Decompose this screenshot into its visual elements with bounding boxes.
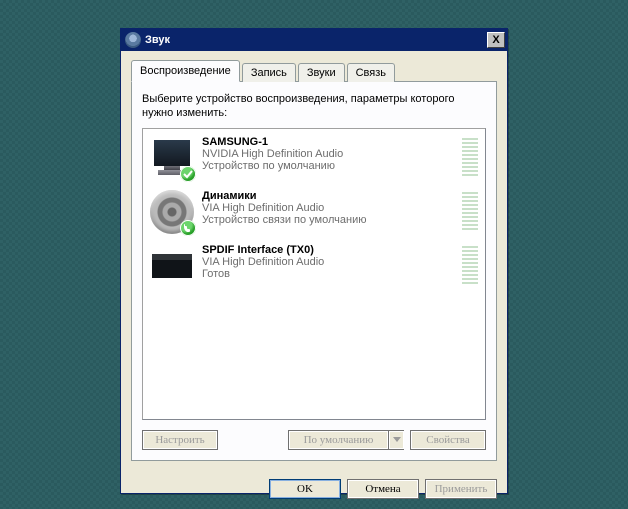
set-default-chevron[interactable] — [388, 430, 404, 450]
close-button[interactable]: X — [487, 32, 505, 48]
device-action-bar: Настроить По умолчанию Свойства — [142, 430, 486, 450]
device-desc: NVIDIA High Definition Audio — [202, 148, 462, 160]
chevron-down-icon — [393, 437, 401, 443]
set-default-button[interactable]: По умолчанию — [288, 430, 388, 450]
device-row[interactable]: Динамики VIA High Definition Audio Устро… — [145, 185, 483, 239]
tab-sounds[interactable]: Звуки — [298, 63, 345, 82]
level-meter-icon — [462, 244, 478, 284]
device-name: SPDIF Interface (TX0) — [202, 244, 462, 256]
device-text: SAMSUNG-1 NVIDIA High Definition Audio У… — [202, 136, 462, 180]
cancel-button[interactable]: Отмена — [347, 479, 419, 499]
client-area: Воспроизведение Запись Звуки Связь Выбер… — [121, 51, 507, 471]
default-check-badge-icon — [180, 166, 196, 182]
device-row[interactable]: SPDIF Interface (TX0) VIA High Definitio… — [145, 239, 483, 293]
sound-icon — [125, 32, 141, 48]
default-comm-badge-icon — [180, 220, 196, 236]
dialog-button-bar: OK Отмена Применить — [121, 471, 507, 509]
device-name: Динамики — [202, 190, 462, 202]
tab-playback[interactable]: Воспроизведение — [131, 60, 240, 82]
level-meter-icon — [462, 190, 478, 230]
monitor-icon — [150, 136, 194, 180]
device-text: Динамики VIA High Definition Audio Устро… — [202, 190, 462, 234]
tab-strip: Воспроизведение Запись Звуки Связь — [131, 59, 497, 81]
apply-button[interactable]: Применить — [425, 479, 497, 499]
instruction-text: Выберите устройство воспроизведения, пар… — [142, 92, 486, 120]
speaker-icon — [150, 190, 194, 234]
tab-recording[interactable]: Запись — [242, 63, 296, 82]
device-status: Готов — [202, 268, 462, 280]
ok-button[interactable]: OK — [269, 479, 341, 499]
tab-communications[interactable]: Связь — [347, 63, 395, 82]
device-status: Устройство связи по умолчанию — [202, 214, 462, 226]
tab-page: Выберите устройство воспроизведения, пар… — [131, 81, 497, 461]
properties-button[interactable]: Свойства — [410, 430, 486, 450]
device-text: SPDIF Interface (TX0) VIA High Definitio… — [202, 244, 462, 288]
window-title: Звук — [145, 34, 487, 46]
spdif-icon — [150, 244, 194, 288]
level-meter-icon — [462, 136, 478, 176]
device-desc: VIA High Definition Audio — [202, 256, 462, 268]
set-default-split-button[interactable]: По умолчанию — [288, 430, 404, 450]
device-list[interactable]: SAMSUNG-1 NVIDIA High Definition Audio У… — [142, 128, 486, 420]
sound-dialog: Звук X Воспроизведение Запись Звуки Связ… — [120, 28, 508, 494]
device-status: Устройство по умолчанию — [202, 160, 462, 172]
configure-button[interactable]: Настроить — [142, 430, 218, 450]
device-row[interactable]: SAMSUNG-1 NVIDIA High Definition Audio У… — [145, 131, 483, 185]
device-desc: VIA High Definition Audio — [202, 202, 462, 214]
title-bar[interactable]: Звук X — [121, 29, 507, 51]
device-name: SAMSUNG-1 — [202, 136, 462, 148]
